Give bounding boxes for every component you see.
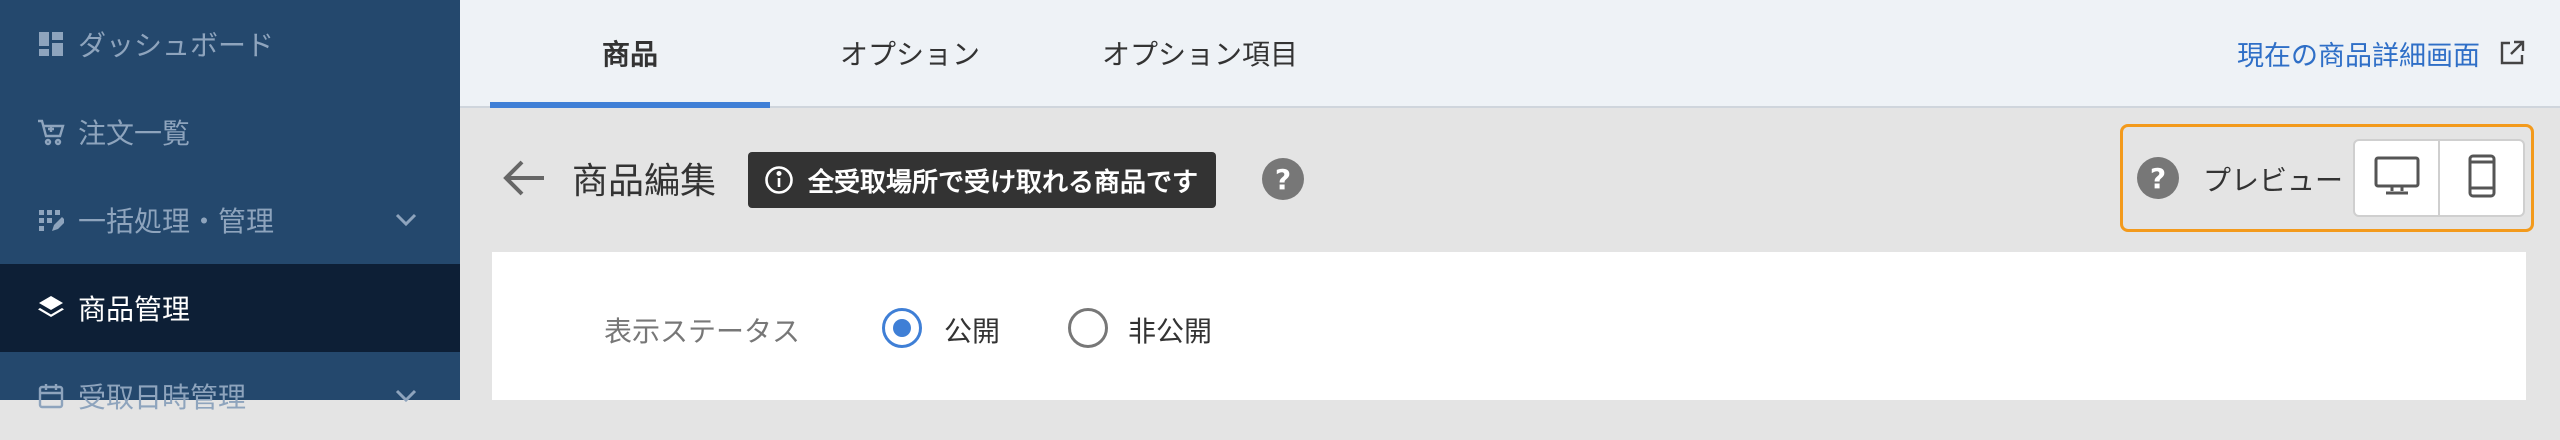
help-icon[interactable]: ? xyxy=(1262,158,1304,200)
sidebar-item-dashboard[interactable]: ダッシュボード xyxy=(0,0,460,88)
dashboard-icon xyxy=(36,29,66,59)
desktop-icon xyxy=(2374,156,2420,200)
sidebar-item-pickup-schedule[interactable]: 受取日時管理 xyxy=(0,352,460,440)
mobile-preview-button[interactable] xyxy=(2438,141,2523,215)
pickup-badge: 全受取場所で受け取れる商品です xyxy=(748,152,1217,208)
page-title: 商品編集 xyxy=(572,161,717,202)
sidebar-item-batch[interactable]: 一括処理・管理 xyxy=(0,176,460,264)
device-toggle-group xyxy=(2353,139,2525,217)
tab-bar: 商品 オプション オプション項目 現在の商品詳細画面 xyxy=(460,0,2560,108)
sidebar-item-orders[interactable]: 注文一覧 xyxy=(0,88,460,176)
tab-products[interactable]: 商品 xyxy=(490,0,770,108)
info-icon xyxy=(764,165,794,195)
tab-label: オプション項目 xyxy=(1101,38,1298,71)
sidebar-item-label: 商品管理 xyxy=(78,293,191,326)
tab-label: 商品 xyxy=(601,38,658,71)
tab-label: オプション xyxy=(839,38,980,71)
external-link-icon xyxy=(2498,39,2526,67)
preview-label: プレビュー xyxy=(2203,164,2344,197)
sidebar-item-label: 注文一覧 xyxy=(78,117,191,150)
cart-icon xyxy=(36,117,66,147)
public-radio[interactable] xyxy=(882,308,922,348)
preview-help-icon[interactable]: ? xyxy=(2137,157,2179,199)
form-panel: 表示ステータス 公開 非公開 xyxy=(492,252,2526,400)
preview-panel: ? プレビュー xyxy=(2120,124,2534,232)
chevron-down-icon[interactable] xyxy=(392,382,420,410)
sidebar: ダッシュボード 注文一覧 一括処理・管理 商品管理 受取日時管理 xyxy=(0,0,460,414)
badge-text: 全受取場所で受け取れる商品です xyxy=(808,167,1199,198)
current-product-detail-link[interactable]: 現在の商品詳細画面 xyxy=(2237,0,2526,106)
calendar-icon xyxy=(36,381,66,411)
sidebar-item-label: ダッシュボード xyxy=(78,29,275,62)
mobile-icon xyxy=(2467,154,2497,202)
layers-icon xyxy=(36,293,66,323)
private-radio-label: 非公開 xyxy=(1128,315,1213,348)
public-radio-label: 公開 xyxy=(944,315,1001,348)
private-radio[interactable] xyxy=(1068,308,1108,348)
desktop-preview-button[interactable] xyxy=(2355,141,2438,215)
chevron-down-icon[interactable] xyxy=(392,206,420,234)
sidebar-item-label: 一括処理・管理 xyxy=(78,205,275,238)
batch-icon xyxy=(36,205,66,235)
detail-link-label: 現在の商品詳細画面 xyxy=(2237,40,2480,72)
back-arrow-icon[interactable] xyxy=(500,154,548,202)
page-header: 商品編集 全受取場所で受け取れる商品です ? ? プレビュー xyxy=(460,108,2560,250)
sidebar-item-label: 受取日時管理 xyxy=(78,381,247,414)
sidebar-item-products[interactable]: 商品管理 xyxy=(0,264,460,352)
tab-option-items[interactable]: オプション項目 xyxy=(1050,0,1350,106)
tab-options[interactable]: オプション xyxy=(770,0,1050,106)
display-status-label: 表示ステータス xyxy=(604,315,801,348)
